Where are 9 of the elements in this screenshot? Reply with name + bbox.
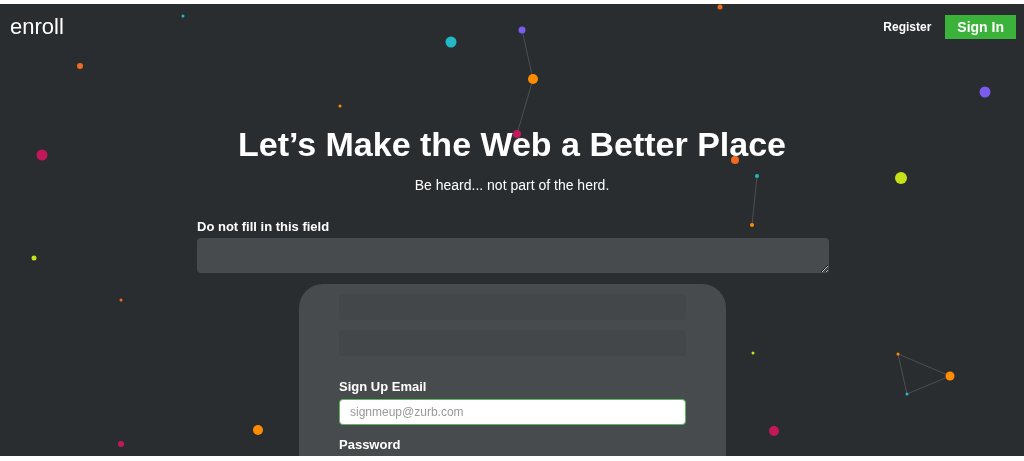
email-field[interactable]: signmeup@zurb.com [339, 399, 686, 425]
hero-subtitle: Be heard... not part of the herd. [413, 176, 611, 195]
password-label: Password [339, 437, 402, 453]
register-link[interactable]: Register [883, 18, 932, 36]
honeypot-field[interactable] [197, 238, 829, 273]
hero-title: Let’s Make the Web a Better Place [237, 127, 787, 161]
logo[interactable]: enroll [10, 16, 64, 38]
email-label: Sign Up Email [339, 379, 428, 395]
field-label: Do not fill in this field [197, 219, 331, 235]
